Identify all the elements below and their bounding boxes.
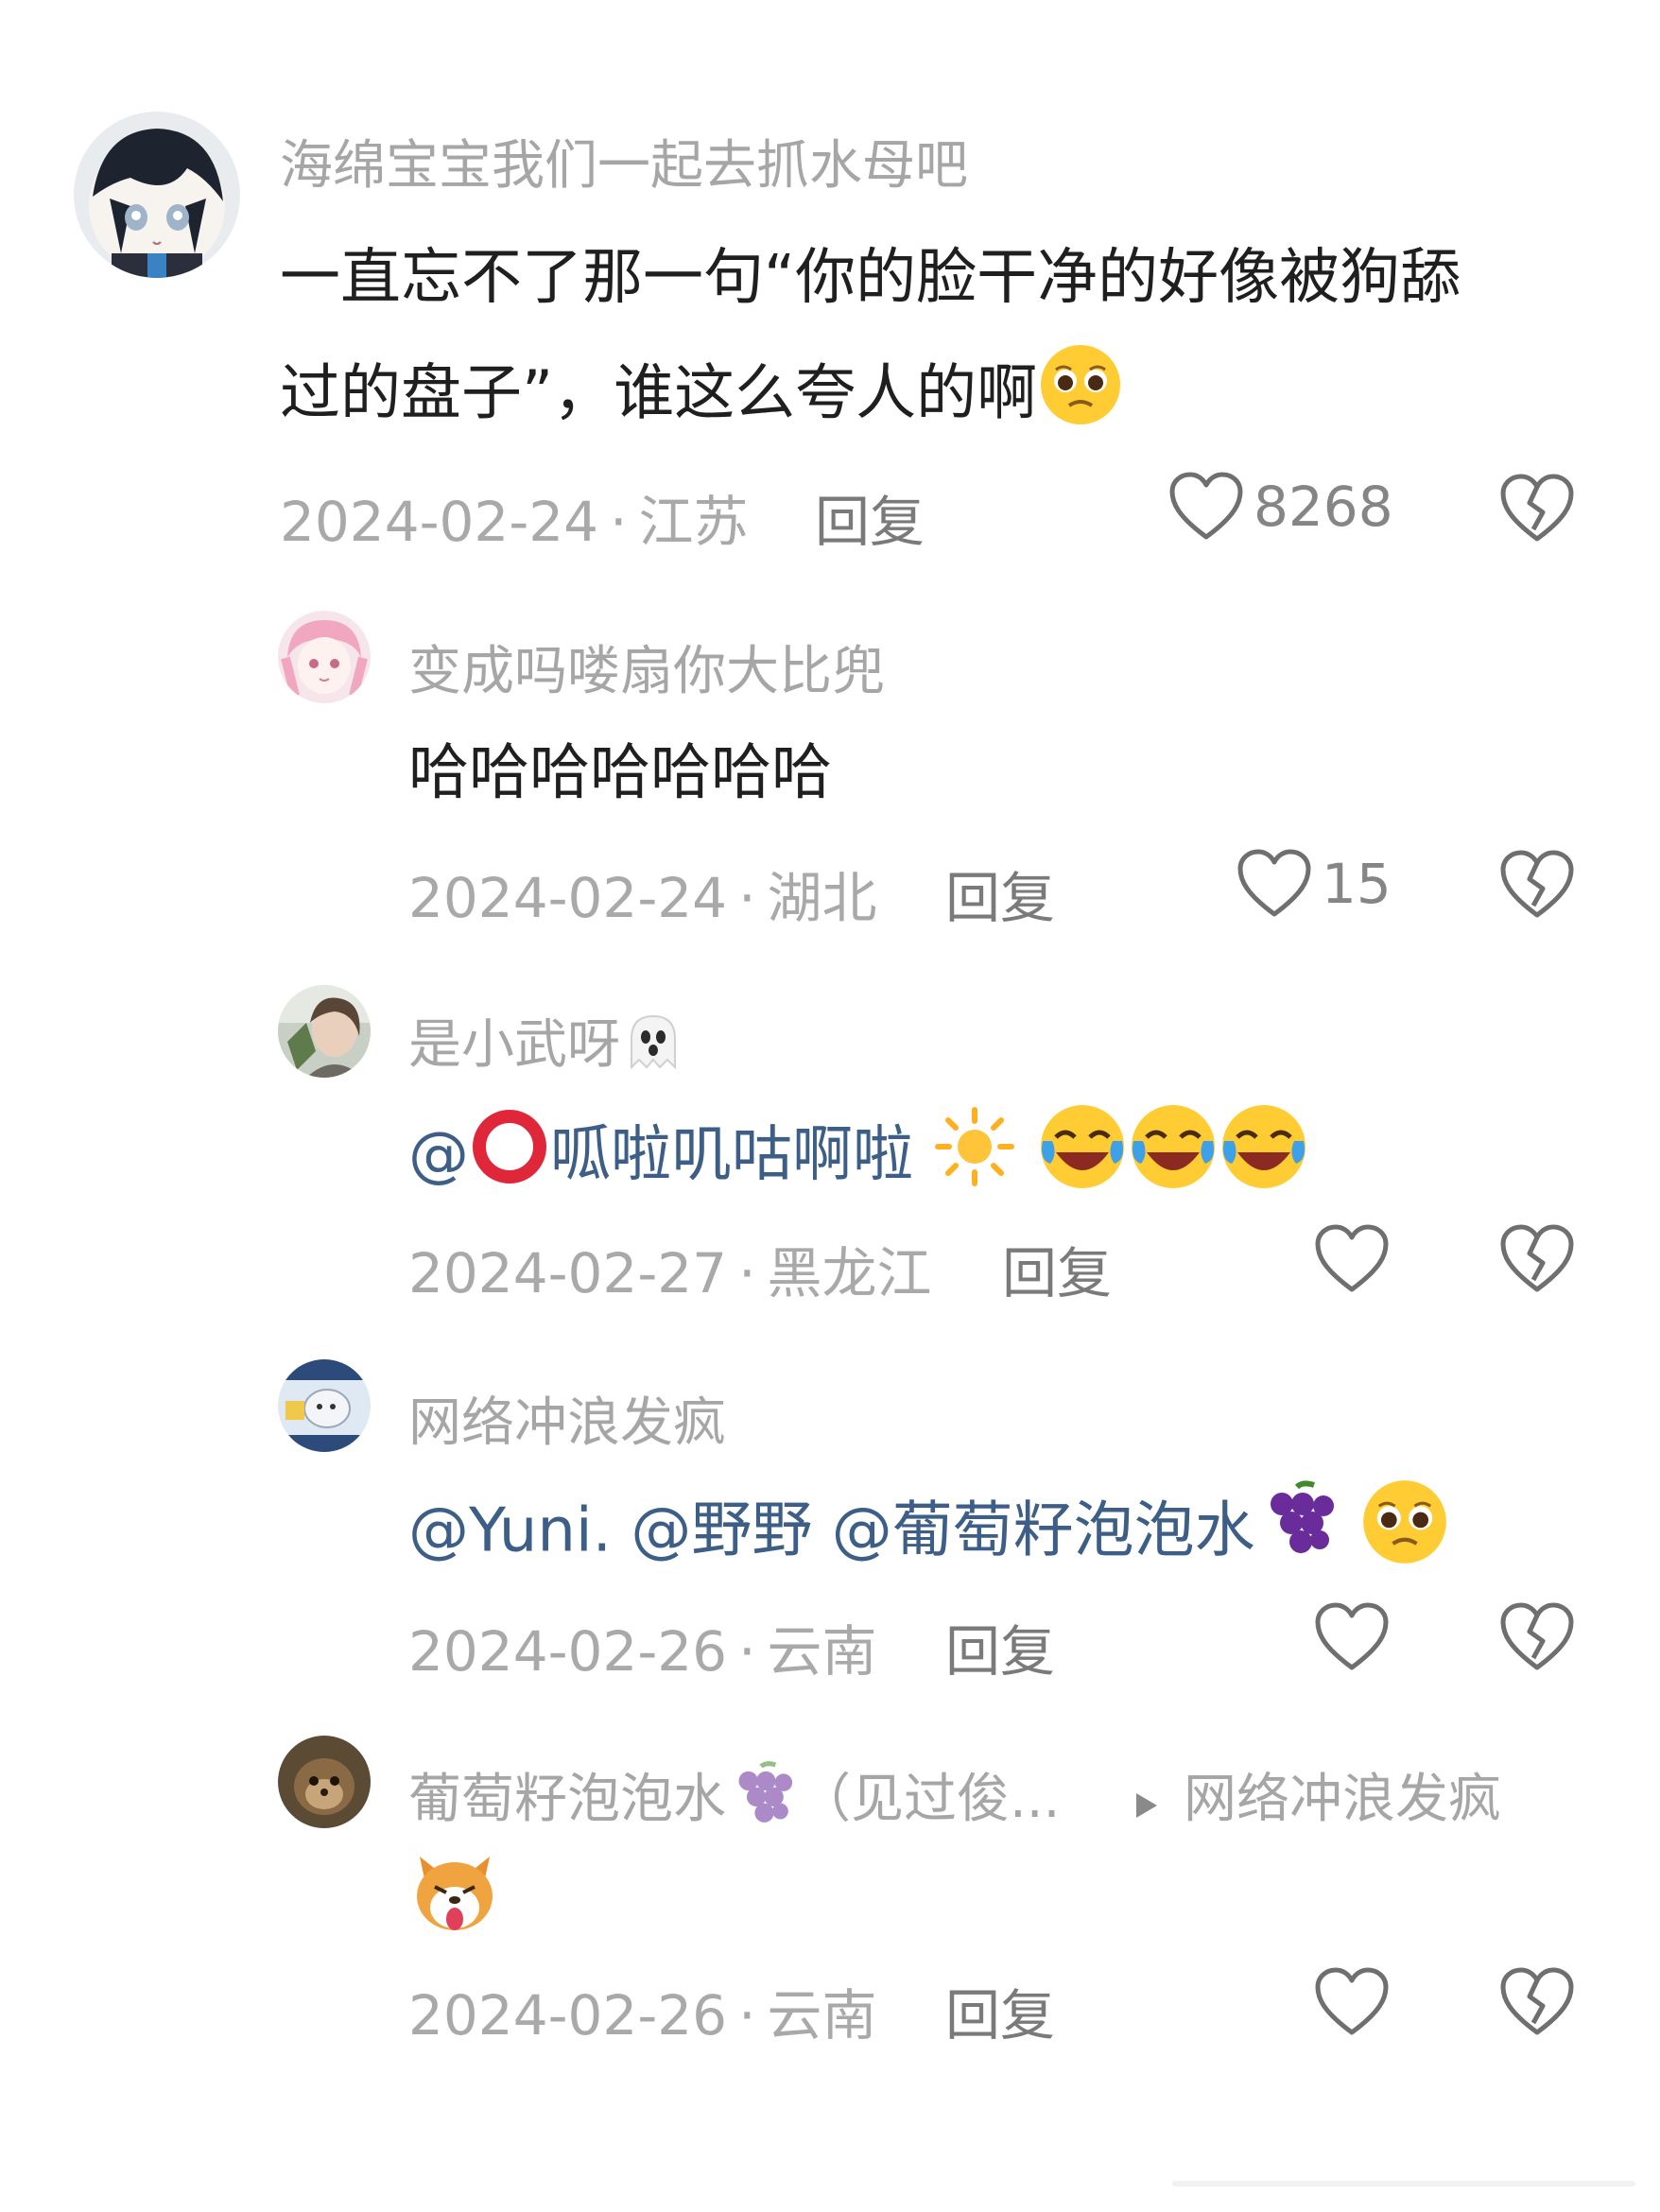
reply-username[interactable]: 是小武呀 [408,1002,686,1088]
heart-outline-icon [1315,1967,1389,2035]
comment-text-line: 一直忘不了那一句“你的脸干净的好像被狗舔 [280,243,1461,313]
comment-meta: 2024-02-24 · 江苏 [280,477,749,557]
username-text: 葡萄籽泡泡水 [408,1769,726,1830]
meta-separator: · [738,1619,756,1684]
avatar[interactable] [278,1736,371,1828]
avatar[interactable] [278,1359,371,1452]
comment-location: 云南 [767,1619,877,1684]
avatar[interactable] [74,112,240,278]
meta-separator: · [738,866,756,930]
like-button[interactable] [1314,1223,1390,1295]
comment-date: 2024-02-27 [408,1241,728,1305]
comment-text-line-2: 过的盘子”，谁这么夸人的啊 [280,341,1584,453]
reply-target[interactable]: 网络冲浪发疯 [1134,1756,1501,1833]
broken-heart-icon [1500,474,1574,542]
comment-meta: 2024-02-26 · 云南 [408,1971,877,2050]
watermark-lines [1172,2176,1635,2189]
pleading-emoji [1359,1477,1450,1592]
reply-button[interactable]: 回复 [815,477,925,557]
comment-username[interactable]: 海绵宝宝我们一起去抓水母吧 [280,123,968,199]
avatar[interactable] [278,611,371,703]
heart-outline-icon [1169,472,1243,540]
sun-emoji [932,1104,1017,1214]
reply-button[interactable]: 回复 [945,1971,1055,2050]
meta-separator: · [738,1241,756,1305]
ghost-emoji [620,1009,686,1088]
reply-text: 哈哈哈哈哈哈哈 [408,738,832,808]
reply-target-name: 网络冲浪发疯 [1184,1769,1501,1830]
dislike-button[interactable] [1499,849,1575,925]
broken-heart-icon [1500,1602,1574,1670]
like-count: 8268 [1254,475,1393,539]
like-button[interactable]: 15 [1236,848,1392,920]
reply-button[interactable]: 回复 [1002,1229,1112,1308]
reply-text [408,1845,501,1944]
mention-link[interactable]: @Yuni. [408,1495,612,1565]
comment-date: 2024-02-24 [408,866,728,930]
heart-outline-icon [1237,849,1311,917]
like-button[interactable]: 8268 [1168,471,1393,543]
reply-username[interactable]: 变成吗喽扇你大比兜 [408,629,885,705]
broken-heart-icon [1500,1967,1574,2035]
pleading-emoji [1037,341,1124,453]
dislike-button[interactable] [1499,1223,1575,1299]
reply-text: @ 呱啦叽咕啊啦 [408,1101,1309,1217]
comment-date: 2024-02-24 [280,490,599,554]
like-button[interactable] [1314,1601,1390,1673]
comment-date: 2024-02-26 [408,1619,728,1684]
mention-name: 呱啦叽咕啊啦 [550,1120,913,1191]
reply-button[interactable]: 回复 [945,854,1055,933]
mention-at: @ [408,1120,469,1191]
like-button[interactable] [1314,1966,1390,2038]
laughing-crying-emoji [1219,1101,1309,1217]
dislike-button[interactable] [1499,1601,1575,1677]
dislike-button[interactable] [1499,473,1575,548]
comment-meta: 2024-02-26 · 云南 [408,1607,877,1686]
username-text: 是小武呀 [408,1014,620,1076]
reply-button[interactable]: 回复 [945,1607,1055,1686]
broken-heart-icon [1500,1224,1574,1292]
comment-location: 云南 [767,1983,877,2048]
like-count: 15 [1322,852,1392,916]
broken-heart-icon [1500,850,1574,918]
reply-text: @Yuni. @野野 @葡萄籽泡泡水 [408,1477,1450,1592]
mention-link[interactable]: @野野 [631,1495,812,1565]
grapes-emoji [726,1760,798,1845]
dislike-button[interactable] [1499,1966,1575,2042]
comment-location: 黑龙江 [767,1241,932,1305]
triangle-right-icon [1134,1771,1159,1833]
heart-outline-icon [1315,1224,1389,1292]
reply-username[interactable]: 葡萄籽泡泡水 （见过俊... [408,1756,1060,1845]
red-circle-emoji [469,1106,550,1212]
comment-text-fragment: 过的盘子”，谁这么夸人的啊 [280,358,1038,429]
laughing-crying-emoji [1128,1101,1219,1217]
comment-location: 江苏 [638,490,749,554]
comment-date: 2024-02-26 [408,1983,728,2048]
mention-link[interactable]: @葡萄籽泡泡水 [832,1495,1255,1565]
meta-separator: · [610,490,628,554]
reply-username[interactable]: 网络冲浪发疯 [408,1380,726,1457]
laughing-crying-emoji [1037,1101,1128,1217]
comment-meta: 2024-02-24 · 湖北 [408,854,877,933]
shiba-dog-emoji [408,1845,501,1944]
meta-separator: · [738,1983,756,2048]
comment-location: 湖北 [767,866,877,930]
heart-outline-icon [1315,1602,1389,1670]
avatar[interactable] [278,985,371,1078]
comment-text: 一直忘不了那一句“你的脸干净的好像被狗舔 过的盘子”，谁这么夸人的啊 [280,234,1584,453]
mention-link[interactable]: @ 呱啦叽咕啊啦 [408,1110,932,1191]
comment-meta: 2024-02-27 · 黑龙江 [408,1229,932,1308]
grapes-emoji [1255,1479,1340,1589]
username-suffix: （见过俊... [798,1769,1061,1830]
